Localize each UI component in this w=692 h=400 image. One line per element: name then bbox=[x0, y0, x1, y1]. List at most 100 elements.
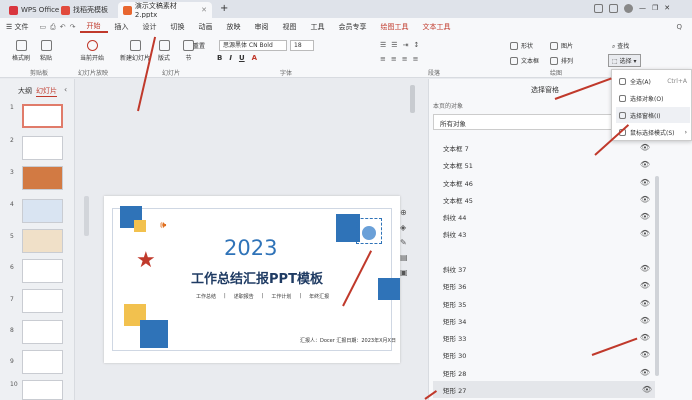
bullet-list-icon[interactable]: ☰ bbox=[380, 41, 386, 49]
eye-icon[interactable]: 👁 bbox=[640, 178, 653, 187]
eye-icon[interactable]: 👁 bbox=[640, 299, 653, 308]
menu-select-all[interactable]: 全选(A) Ctrl+A bbox=[616, 73, 690, 89]
object-row[interactable]: 斜纹 44 👁 bbox=[443, 208, 653, 225]
close-tab-icon[interactable]: ✕ bbox=[201, 6, 207, 14]
paste-button[interactable]: 粘贴 bbox=[40, 40, 52, 62]
menu-select-object[interactable]: 选择对象(O) bbox=[616, 90, 690, 106]
slide-footer[interactable]: 汇报人：Docer 汇报日期：2023年X月X日 bbox=[300, 337, 396, 344]
shapes-button[interactable]: 形状 bbox=[510, 41, 533, 50]
undo-icon[interactable]: ↶ bbox=[60, 23, 66, 32]
eye-icon[interactable]: 👁 bbox=[640, 350, 653, 359]
menu-member[interactable]: 会员专享 bbox=[332, 22, 374, 32]
layout-icon[interactable] bbox=[594, 4, 603, 13]
indent-icon[interactable]: ⇥ bbox=[403, 41, 409, 49]
reset-button[interactable]: 重置 bbox=[193, 41, 205, 50]
tab-template[interactable]: 找稻壳模板 bbox=[56, 2, 113, 18]
picture-button[interactable]: 图片 bbox=[550, 41, 573, 50]
slide-thumbnail[interactable] bbox=[22, 199, 63, 223]
minimize-icon[interactable]: — bbox=[639, 4, 646, 13]
slide-thumbnail[interactable] bbox=[22, 350, 63, 374]
menu-selection-pane[interactable]: 选择窗格(I) bbox=[616, 107, 690, 123]
menu-home[interactable]: 开始 bbox=[79, 21, 108, 33]
number-list-icon[interactable]: ☰ bbox=[391, 41, 397, 49]
close-icon[interactable]: ✕ bbox=[664, 4, 670, 13]
object-row[interactable]: 矩形 34 👁 bbox=[443, 312, 653, 329]
print-icon[interactable]: ⎙ bbox=[50, 23, 56, 32]
eye-icon[interactable]: 👁 bbox=[640, 160, 653, 169]
menu-review[interactable]: 审阅 bbox=[248, 22, 276, 32]
eye-icon[interactable]: 👁 bbox=[640, 195, 653, 204]
eye-icon[interactable]: 👁 bbox=[640, 316, 653, 325]
align-right-icon[interactable]: ≡ bbox=[402, 55, 408, 63]
eye-icon[interactable]: 👁 bbox=[640, 229, 653, 238]
tab-slides[interactable]: 幻灯片 bbox=[36, 86, 57, 97]
object-row[interactable]: 文本框 46 👁 bbox=[443, 174, 653, 191]
pane-scrollbar[interactable] bbox=[655, 176, 659, 376]
zoom-icon[interactable]: ⊕ bbox=[400, 208, 408, 217]
save-icon[interactable]: ▭ bbox=[40, 23, 47, 32]
maximize-icon[interactable]: ❐ bbox=[652, 4, 658, 13]
menu-file[interactable]: ☰ 文件 bbox=[0, 22, 36, 32]
slide-thumbnail[interactable] bbox=[22, 104, 63, 128]
menu-slideshow[interactable]: 放映 bbox=[220, 22, 248, 32]
format-painter-button[interactable]: 格式刷 bbox=[12, 40, 30, 62]
object-row[interactable]: 文本框 51 👁 bbox=[443, 156, 653, 173]
find-button[interactable]: ⌕ 查找 bbox=[612, 41, 629, 51]
object-row[interactable]: 矩形 35 👁 bbox=[443, 295, 653, 312]
eye-icon[interactable]: 👁 bbox=[640, 333, 653, 342]
font-color-button[interactable]: A bbox=[252, 54, 257, 62]
eye-icon[interactable]: 👁 bbox=[640, 281, 653, 290]
underline-button[interactable]: U bbox=[239, 54, 245, 62]
slide-thumbnail[interactable] bbox=[22, 380, 63, 400]
font-name-field[interactable]: 思源黑体 CN Bold bbox=[219, 40, 287, 51]
line-spacing-icon[interactable]: ↕ bbox=[413, 41, 419, 49]
bold-button[interactable]: B bbox=[217, 54, 222, 62]
align-left-icon[interactable]: ≡ bbox=[380, 55, 386, 63]
object-row[interactable]: 文本框 45 👁 bbox=[443, 191, 653, 208]
pen-icon[interactable]: ✎ bbox=[400, 238, 408, 247]
menu-text-tools[interactable]: 文本工具 bbox=[416, 22, 458, 32]
object-row[interactable]: 矩形 28 👁 bbox=[443, 364, 653, 381]
italic-button[interactable]: I bbox=[229, 54, 232, 62]
object-row[interactable]: 斜纹 43 👁 bbox=[443, 225, 653, 242]
menu-design[interactable]: 设计 bbox=[136, 22, 164, 32]
eye-icon[interactable]: 👁 bbox=[640, 368, 653, 377]
menu-insert[interactable]: 插入 bbox=[108, 22, 136, 32]
slide-title[interactable]: 工作总结汇报PPT模板 bbox=[172, 268, 342, 287]
eye-icon[interactable]: 👁 bbox=[642, 385, 655, 394]
slide-thumbnail[interactable] bbox=[22, 289, 63, 313]
search-icon[interactable]: Q bbox=[676, 23, 692, 31]
layout-button[interactable]: 版式 bbox=[158, 40, 170, 62]
slide-thumbnail[interactable] bbox=[22, 166, 63, 190]
menu-animation[interactable]: 动画 bbox=[192, 22, 220, 32]
collapse-panel-icon[interactable]: ‹ bbox=[64, 85, 67, 94]
justify-icon[interactable]: ≡ bbox=[413, 55, 419, 63]
slide-thumbnail[interactable] bbox=[22, 320, 63, 344]
align-center-icon[interactable]: ≡ bbox=[391, 55, 397, 63]
object-row[interactable]: 文本框 7 👁 bbox=[443, 139, 653, 156]
style-icon[interactable]: ▤ bbox=[400, 253, 408, 262]
textbox-button[interactable]: 文本框 bbox=[510, 56, 539, 65]
from-current-button[interactable]: 当前开始 bbox=[80, 40, 104, 62]
object-row[interactable]: 斜纹 37 👁 bbox=[443, 260, 653, 277]
eye-icon[interactable]: 👁 bbox=[640, 264, 653, 273]
tab-document[interactable]: 演示文稿素材2.pptx ✕ bbox=[118, 2, 212, 19]
grid-icon[interactable] bbox=[609, 4, 618, 13]
menu-view[interactable]: 视图 bbox=[276, 22, 304, 32]
tab-outline[interactable]: 大纲 bbox=[18, 86, 32, 96]
new-slide-button[interactable]: 新建幻灯片 bbox=[120, 40, 150, 62]
select-button[interactable]: ⬚ 选择 ▾ bbox=[608, 54, 641, 67]
menu-transition[interactable]: 切换 bbox=[164, 22, 192, 32]
slide-thumbnail[interactable] bbox=[22, 259, 63, 283]
scrollbar[interactable] bbox=[410, 85, 415, 113]
object-row[interactable]: 矩形 36 👁 bbox=[443, 277, 653, 294]
layers-icon[interactable]: ◈ bbox=[400, 223, 408, 232]
arrange-button[interactable]: 排列 bbox=[550, 56, 573, 65]
new-tab-button[interactable]: + bbox=[220, 3, 228, 14]
redo-icon[interactable]: ↷ bbox=[70, 23, 76, 32]
menu-drawing-tools[interactable]: 绘图工具 bbox=[374, 22, 416, 32]
slide-thumbnail[interactable] bbox=[22, 229, 63, 253]
fill-icon[interactable]: ▣ bbox=[400, 268, 408, 277]
font-size-field[interactable]: 18 bbox=[290, 40, 314, 51]
slide-thumbnail[interactable] bbox=[22, 136, 63, 160]
